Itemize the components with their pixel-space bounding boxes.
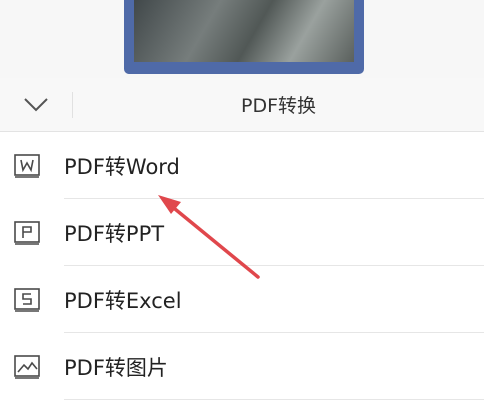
- document-thumbnail[interactable]: [124, 0, 364, 74]
- image-doc-icon: [12, 352, 42, 382]
- menu-item-label: PDF转PPT: [64, 221, 165, 246]
- menu-item-pdf-to-ppt[interactable]: PDF转PPT: [0, 199, 484, 266]
- menu-item-label: PDF转Excel: [64, 288, 182, 313]
- ppt-doc-icon: [12, 218, 42, 248]
- panel-header: PDF转换: [0, 78, 484, 132]
- menu-item-pdf-to-word[interactable]: PDF转Word: [0, 132, 484, 199]
- menu-item-label: PDF转图片: [64, 355, 168, 380]
- collapse-button[interactable]: [0, 78, 72, 131]
- menu-item-pdf-to-image[interactable]: PDF转图片: [0, 333, 484, 400]
- excel-doc-icon: [12, 285, 42, 315]
- divider: [64, 399, 484, 400]
- menu-item-pdf-to-excel[interactable]: PDF转Excel: [0, 266, 484, 333]
- word-doc-icon: [12, 151, 42, 181]
- menu-item-label: PDF转Word: [64, 154, 180, 179]
- panel-title: PDF转换: [240, 95, 317, 117]
- document-preview-area: [0, 0, 484, 78]
- chevron-down-icon: [24, 97, 48, 111]
- thumbnail-image: [134, 0, 354, 62]
- conversion-menu: PDF转Word PDF转PPT PDF转Excel PDF转图片: [0, 132, 484, 400]
